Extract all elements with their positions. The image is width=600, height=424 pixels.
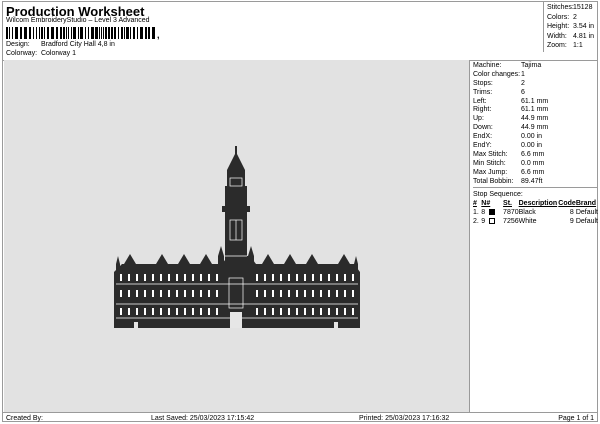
page-number: Page 1 of 1 — [558, 415, 594, 422]
stat-stitches: Stitches: 15128 — [547, 4, 593, 11]
stat-zoom: Zoom: 1:1 — [547, 42, 583, 49]
up-row: Up: 44.9 mm — [473, 115, 549, 123]
design-value: Bradford City Hall 4,8 in — [40, 41, 115, 48]
trims-row: Trims: 6 — [473, 88, 525, 96]
stats-box: Stitches: 15128 Colors: 2 Height: 3.54 in W… — [543, 2, 597, 52]
design-row: Design: Bradford City Hall 4,8 in — [6, 41, 115, 48]
left-row: Left: 61.1 mm — [473, 97, 549, 105]
min-stitch-row: Min Stitch: 0.0 mm — [473, 159, 545, 167]
stops-row: Stops: 2 — [473, 79, 525, 87]
endy-row: EndY: 0.00 in — [473, 142, 543, 150]
barcode-suffix: , — [157, 30, 160, 40]
stat-height: Height: 3.54 in — [547, 23, 595, 30]
color-swatch-black — [489, 209, 496, 216]
table-header-row: # N# St. Description Code Brand — [473, 200, 597, 208]
colorway-row: Colorway: Colorway 1 — [6, 50, 76, 57]
design-label: Design: — [6, 41, 30, 48]
down-row: Down: 44.9 mm — [473, 124, 549, 132]
barcode — [6, 27, 155, 39]
stop-sequence-table: # N# St. Description Code Brand 1. 8 787… — [473, 199, 598, 226]
colorway-value: Colorway 1 — [40, 50, 76, 57]
machine-row: Machine: Tajima — [473, 62, 542, 69]
machine-panel: Machine: Tajima Color changes: 1 Stops: 2 T… — [473, 62, 598, 226]
colorway-label: Colorway: — [6, 50, 38, 57]
last-saved: Last Saved: 25/03/2023 17:15:42 — [151, 415, 255, 422]
stat-colors: Colors: 2 — [547, 13, 577, 21]
color-changes-row: Color changes: 1 — [473, 70, 525, 78]
printed-date: Printed: 25/03/2023 17:16:32 — [359, 415, 450, 422]
worksheet: Production Worksheet Wilcom EmbroiderySt… — [2, 1, 598, 422]
city-hall-embroidery — [114, 146, 360, 328]
stop-sequence-title: Stop Sequence: — [473, 191, 523, 199]
right-row: Right: 61.1 mm — [473, 106, 549, 114]
color-swatch-white — [489, 218, 496, 225]
stat-width: Width: 4.81 in — [547, 32, 595, 40]
design-preview — [4, 60, 470, 413]
max-stitch-row: Max Stitch: 6.6 mm — [473, 150, 545, 158]
max-jump-row: Max Jump: 6.6 mm — [473, 168, 545, 176]
footer: Created By: Last Saved: 25/03/2023 17:15… — [3, 412, 597, 423]
created-by: Created By: — [6, 415, 43, 422]
total-bobbin-row: Total Bobbin: 89.47ft — [473, 177, 543, 185]
table-row: 2. 9 7256 White 9 Default — [473, 218, 598, 226]
endx-row: EndX: 0.00 in — [473, 133, 543, 141]
table-row: 1. 8 7870 Black 8 Default — [473, 209, 598, 217]
sequence-divider — [473, 187, 598, 189]
software-subtitle: Wilcom EmbroideryStudio – Level 3 Advanc… — [6, 17, 150, 24]
